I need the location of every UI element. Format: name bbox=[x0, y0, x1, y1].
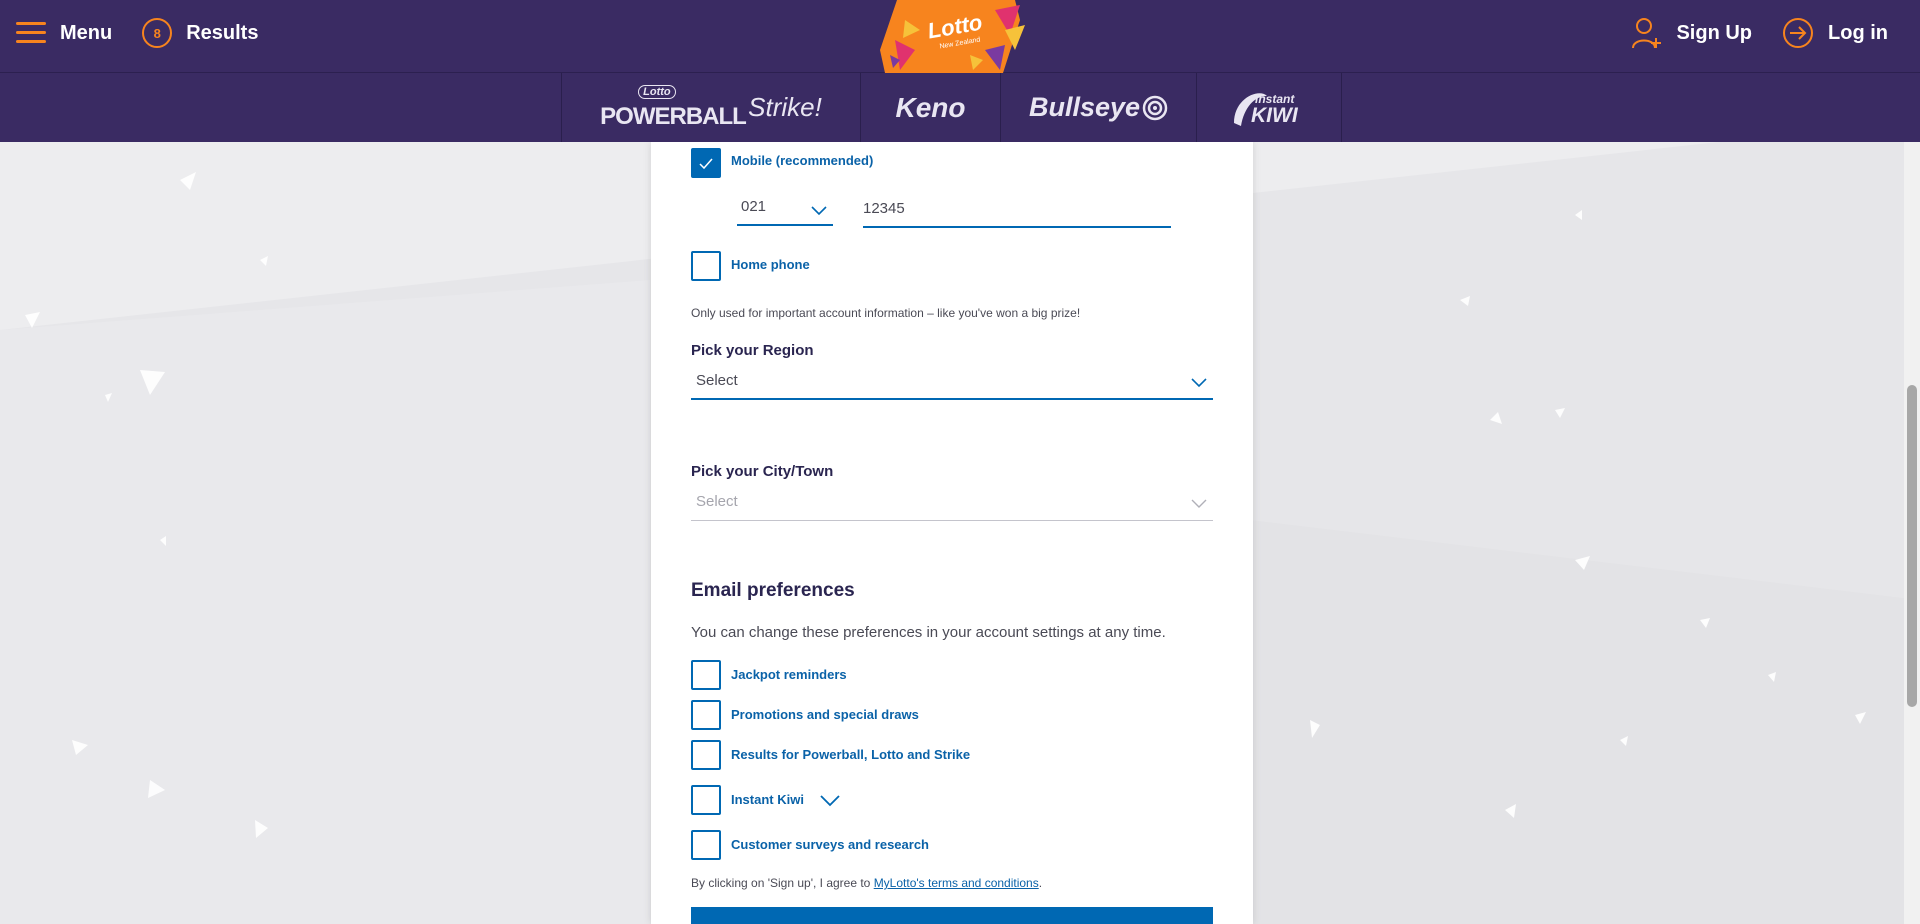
results-emails-label: Results for Powerball, Lotto and Strike bbox=[731, 747, 971, 762]
add-user-icon bbox=[1632, 18, 1662, 49]
instant-kiwi-label: KIWI bbox=[1251, 103, 1298, 127]
promotions-checkbox[interactable] bbox=[691, 700, 721, 730]
expand-chevron-icon[interactable] bbox=[819, 794, 841, 808]
chevron-down-icon bbox=[1191, 378, 1207, 388]
product-powerball-strike[interactable]: Lotto Powerball Strike! bbox=[561, 73, 860, 142]
results-label: Results bbox=[186, 21, 259, 44]
powerball-logo: Lotto Powerball bbox=[600, 83, 747, 133]
instant-kiwi-logo: instant KIWI bbox=[1229, 88, 1309, 128]
scrollbar-thumb[interactable] bbox=[1907, 385, 1917, 707]
bullseye-label: Bullseye bbox=[1028, 92, 1141, 122]
mobile-label: Mobile (recommended) bbox=[731, 153, 874, 168]
lotto-logo[interactable]: Lotto New Zealand bbox=[875, 0, 1035, 73]
mobile-checkbox[interactable] bbox=[691, 148, 721, 178]
mobile-prefix-select[interactable]: 021 bbox=[737, 194, 833, 226]
login-button[interactable]: Log in bbox=[1782, 17, 1888, 49]
product-bullseye[interactable]: Bullseye bbox=[1000, 73, 1196, 142]
keno-label: Keno bbox=[895, 91, 966, 123]
strike-label: Strike! bbox=[748, 92, 822, 122]
terms-prefix: By clicking on 'Sign up', I agree to bbox=[691, 876, 874, 890]
nav-right: Sign Up Log in bbox=[1602, 16, 1888, 50]
region-label: Pick your Region bbox=[691, 342, 814, 359]
email-preferences-heading: Email preferences bbox=[691, 580, 855, 601]
chevron-down-icon bbox=[1191, 499, 1207, 508]
signup-submit-button[interactable] bbox=[691, 907, 1213, 924]
top-navigation: Menu 8 Results Lotto New Zealand Sign Up… bbox=[0, 0, 1920, 73]
product-keno[interactable]: Keno bbox=[860, 73, 1000, 142]
signup-button[interactable]: Sign Up bbox=[1632, 16, 1752, 50]
surveys-checkbox[interactable] bbox=[691, 830, 721, 860]
email-preferences-description: You can change these preferences in your… bbox=[691, 624, 1166, 641]
home-phone-label: Home phone bbox=[731, 257, 810, 272]
lotto-ball-icon: 8 bbox=[142, 18, 173, 48]
jackpot-reminders-checkbox[interactable] bbox=[691, 660, 721, 690]
product-instant-kiwi[interactable]: instant KIWI bbox=[1196, 73, 1342, 142]
signup-form-panel: Mobile (recommended) 021 12345 Home phon… bbox=[651, 142, 1253, 924]
mobile-number-input[interactable]: 12345 bbox=[863, 194, 1171, 228]
hamburger-icon bbox=[16, 22, 46, 44]
mobile-number-value: 12345 bbox=[863, 200, 905, 217]
product-bar: Lotto Powerball Strike! Keno Bullseye in… bbox=[0, 73, 1920, 142]
home-phone-checkbox[interactable] bbox=[691, 251, 721, 281]
login-arrow-icon bbox=[1783, 18, 1814, 48]
city-select-value: Select bbox=[696, 493, 738, 510]
nav-left: Menu 8 Results bbox=[16, 18, 258, 48]
city-label: Pick your City/Town bbox=[691, 463, 834, 480]
promotions-label: Promotions and special draws bbox=[731, 707, 919, 722]
powerball-label: Powerball bbox=[600, 102, 747, 130]
menu-button[interactable]: Menu bbox=[16, 22, 112, 45]
instant-kiwi-email-label: Instant Kiwi bbox=[731, 792, 804, 807]
jackpot-reminders-label: Jackpot reminders bbox=[731, 667, 847, 682]
results-button[interactable]: 8 Results bbox=[142, 18, 258, 48]
region-select-value: Select bbox=[696, 372, 738, 389]
login-label: Log in bbox=[1828, 21, 1888, 44]
instant-kiwi-checkbox[interactable] bbox=[691, 785, 721, 815]
terms-text: By clicking on 'Sign up', I agree to MyL… bbox=[691, 876, 1042, 890]
terms-link[interactable]: MyLotto's terms and conditions bbox=[874, 876, 1039, 890]
results-emails-checkbox[interactable] bbox=[691, 740, 721, 770]
bullseye-target-icon bbox=[1142, 95, 1168, 120]
city-select[interactable]: Select bbox=[691, 485, 1213, 521]
powerball-badge: Lotto bbox=[638, 84, 676, 99]
checkmark-icon bbox=[699, 158, 713, 170]
menu-label: Menu bbox=[60, 21, 113, 44]
terms-suffix: . bbox=[1038, 876, 1043, 890]
mobile-prefix-value: 021 bbox=[741, 198, 767, 215]
region-select[interactable]: Select bbox=[691, 364, 1213, 400]
phone-note: Only used for important account informat… bbox=[691, 306, 1081, 320]
surveys-label: Customer surveys and research bbox=[731, 837, 929, 852]
chevron-down-icon bbox=[811, 206, 827, 216]
signup-label: Sign Up bbox=[1676, 21, 1753, 44]
